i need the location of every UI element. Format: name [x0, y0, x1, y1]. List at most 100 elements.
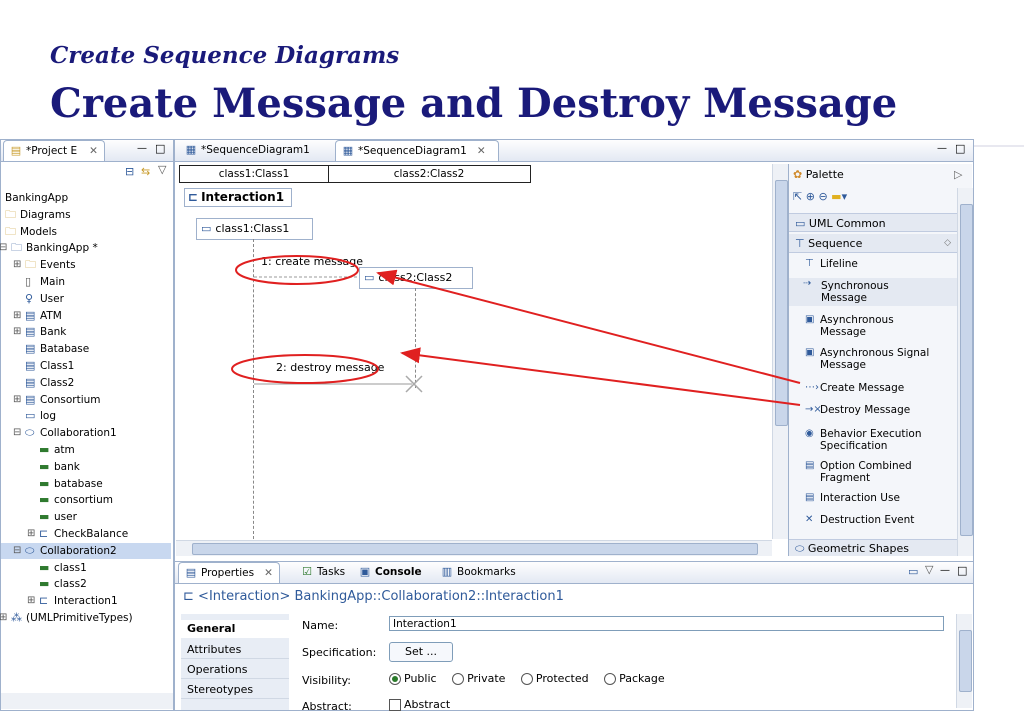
section-stereotypes[interactable]: Stereotypes [181, 681, 289, 699]
tab-sequence-diagram-1[interactable]: ▦ *SequenceDiagram1 [179, 140, 316, 160]
tab-bookmarks[interactable]: ▥ Bookmarks [435, 562, 522, 582]
tree-item[interactable]: ▬ atm [1, 442, 171, 458]
section-operations[interactable]: Operations [181, 661, 289, 679]
palette-item[interactable]: ⊤ Lifeline [793, 258, 858, 270]
palette-item[interactable]: ✕ Destruction Event [793, 514, 914, 526]
pin-icon[interactable]: ◇ [944, 234, 951, 253]
palette-collapse-icon[interactable]: ▷ [954, 168, 962, 181]
editor-hscroll-thumb[interactable] [192, 543, 758, 555]
editor-vscrollbar[interactable] [772, 164, 788, 539]
tab-properties[interactable]: ▤ Properties ✕ [178, 562, 280, 583]
editor-vscroll-thumb[interactable] [775, 180, 788, 426]
set-specification-button[interactable]: Set ... [389, 642, 453, 662]
tree-item[interactable]: ▬ user [1, 509, 171, 525]
tree-item[interactable]: 🗀 Models [1, 224, 171, 240]
tab-tasks[interactable]: ☑ Tasks [295, 562, 351, 582]
tree-item[interactable]: ⊞ 🗀 Events [1, 257, 171, 273]
link-editor-icon[interactable]: ⇆ [141, 165, 150, 178]
radio-public[interactable]: Public [389, 672, 437, 685]
tree-item[interactable]: ⊞ ⊏ Interaction1 [1, 593, 171, 609]
expand-icon[interactable]: ⊞ [13, 392, 21, 408]
dropdown-icon[interactable]: ▽ [925, 563, 933, 576]
drawer-geometric-shapes[interactable]: ⬭ Geometric Shapes [789, 539, 957, 556]
palette-item[interactable]: ▣ Asynchronous Message [793, 314, 894, 338]
section-general[interactable]: General [181, 620, 293, 638]
radio-package[interactable]: Package [604, 672, 665, 685]
maximize-icon[interactable]: □ [955, 142, 965, 155]
minimize-icon[interactable]: — [940, 565, 950, 576]
tree-item[interactable]: ▤ Batabase [1, 341, 171, 357]
close-icon[interactable]: ✕ [89, 141, 98, 161]
tree-item[interactable]: ⊞ ▤ ATM [1, 308, 171, 324]
abstract-checkbox[interactable]: Abstract [389, 698, 450, 711]
tab-sequence-diagram-2[interactable]: ▦ *SequenceDiagram1 ✕ [335, 140, 499, 161]
palette-item[interactable]: ⇢ Synchronous Message [789, 278, 959, 306]
palette-item[interactable]: ◉ Behavior Execution Specification [793, 428, 922, 452]
tree-item[interactable]: 🗀 Diagrams [1, 207, 171, 223]
palette-item[interactable]: ▤ Option Combined Fragment [793, 460, 912, 484]
palette-vscroll-thumb[interactable] [960, 204, 973, 536]
collapse-icon[interactable]: ⊟ [13, 543, 21, 559]
tree-item[interactable]: ▯ Main [1, 274, 171, 290]
tree-item[interactable]: ♀ User [1, 291, 171, 307]
tree-item-label: Bank [40, 326, 67, 339]
checkbox-box[interactable] [389, 699, 401, 711]
maximize-icon[interactable]: □ [957, 564, 967, 577]
drawer-uml-common[interactable]: ▭ UML Common [789, 213, 957, 232]
palette-item[interactable]: ⋯› Create Message [793, 382, 904, 394]
palette-vscrollbar[interactable] [957, 188, 973, 556]
section-attributes[interactable]: Attributes [181, 641, 289, 659]
drawer-sequence[interactable]: ⊤ Sequence ◇ [789, 234, 957, 253]
minimize-icon[interactable]: — [937, 143, 947, 154]
tab-console[interactable]: ▣ Console [353, 562, 428, 582]
zoom-out-icon[interactable]: ⊖ [818, 190, 827, 203]
tree-item[interactable]: BankingApp [1, 190, 171, 206]
expand-icon[interactable]: ⊞ [13, 324, 21, 340]
tree-item[interactable]: ▬ consortium [1, 492, 171, 508]
maximize-icon[interactable]: □ [155, 142, 165, 155]
radio-protected[interactable]: Protected [520, 672, 589, 685]
expand-icon[interactable]: ⊞ [27, 593, 35, 609]
palette-item[interactable]: →× Destroy Message [793, 404, 910, 416]
expand-icon[interactable]: ⊞ [13, 308, 21, 324]
close-icon[interactable]: ✕ [477, 141, 486, 161]
tree-item[interactable]: ▬ class1 [1, 560, 171, 576]
drawer-sequence-label: Sequence [808, 237, 863, 250]
name-input[interactable] [389, 616, 944, 631]
editor-hscrollbar[interactable] [176, 540, 772, 556]
tree-item[interactable]: ▬ bank [1, 459, 171, 475]
palette-item[interactable]: ▣ Asynchronous Signal Message [793, 347, 929, 371]
collapse-all-icon[interactable]: ⊟ [125, 165, 134, 178]
radio-private[interactable]: Private [452, 672, 505, 685]
properties-vscrollbar[interactable] [956, 614, 972, 708]
collapse-icon[interactable]: ⊟ [0, 240, 7, 256]
tree-item[interactable]: ⊞ ▤ Bank [1, 324, 171, 340]
select-tool-icon[interactable]: ⇱ [793, 190, 802, 203]
tree-item[interactable]: ⊞ ⁂ (UMLPrimitiveTypes) [0, 610, 171, 626]
properties-vscroll-thumb[interactable] [959, 630, 972, 692]
view-menu-icon[interactable]: ▽ [158, 163, 166, 176]
palette-item[interactable]: ▤ Interaction Use [793, 492, 900, 504]
tree-item[interactable]: ⊟ ⬭ Collaboration1 [1, 425, 171, 441]
tree-item[interactable]: ⊞ ⊏ CheckBalance [1, 526, 171, 542]
minimize-icon[interactable]: — [137, 143, 147, 154]
tree-item[interactable]: ▭ log [1, 408, 171, 424]
collapse-icon[interactable]: ⊟ [13, 425, 21, 441]
zoom-in-icon[interactable]: ⊕ [806, 190, 815, 203]
view-menu-icon[interactable]: ▭ [908, 565, 918, 578]
note-tool-icon[interactable]: ▬ [831, 190, 841, 203]
tree-item[interactable]: ▤ Class2 [1, 375, 171, 391]
tree-item[interactable]: ▬ batabase [1, 476, 171, 492]
tree-item[interactable]: ⊟ 🗀 BankingApp * [0, 240, 171, 256]
tab-project-explorer[interactable]: ▤ *Project E ✕ [3, 140, 105, 161]
close-icon[interactable]: ✕ [264, 563, 273, 583]
tree-item[interactable]: ⊟ ⬭ Collaboration2 [1, 542, 171, 559]
tree-item[interactable]: ▬ class2 [1, 576, 171, 592]
tree-item[interactable]: ▤ Class1 [1, 358, 171, 374]
tree-hscrollbar[interactable] [1, 693, 173, 709]
tree-item[interactable]: ⊞ ▤ Consortium [1, 392, 171, 408]
expand-icon[interactable]: ⊞ [27, 526, 35, 542]
diagram-canvas[interactable]: class1:Class1 class2:Class2 ⊏ Interaction… [176, 164, 771, 539]
expand-icon[interactable]: ⊞ [13, 257, 21, 273]
expand-icon[interactable]: ⊞ [0, 610, 7, 626]
